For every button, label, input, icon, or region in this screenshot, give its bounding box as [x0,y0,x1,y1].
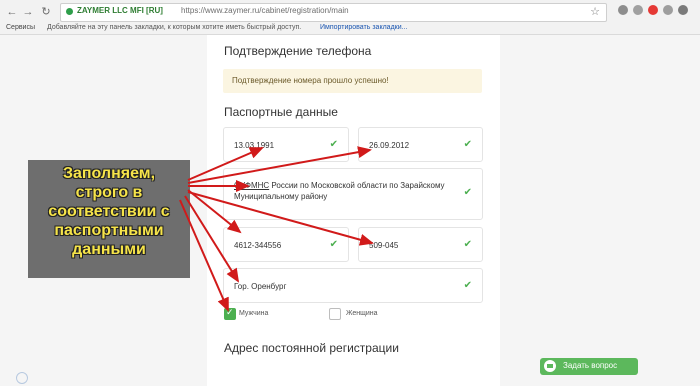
issue-date-field[interactable]: 26.09.2012 ✔ [358,127,483,162]
annotation-line: соответствии с [48,203,170,220]
check-icon: ✔ [463,187,472,198]
gender-female-label: Женщина [346,310,378,317]
annotation-line: строго в [75,184,143,201]
annotation-line: паспортными [54,222,164,239]
issued-by-abbr: ОУФМНС [234,181,270,190]
check-icon: ✔ [329,239,338,250]
check-icon: ✔ [463,280,472,291]
lock-icon [66,8,73,15]
issued-by-field[interactable]: ОУФМНС России по Московской области по З… [223,168,483,220]
gender-male-checkbox[interactable] [224,307,236,320]
extension-icon[interactable] [648,5,658,15]
check-icon: ✔ [329,139,338,150]
extension-icon[interactable] [618,5,628,15]
passport-number-value: 4612-344556 [234,241,282,250]
address-heading: Адрес постоянной регистрации [224,341,399,355]
annotation-text: Заполняем, строго в соответствии с паспо… [28,164,190,259]
bookmark-star-icon[interactable]: ☆ [590,5,600,18]
birth-place-field[interactable]: Гор. Оренбург ✔ [223,268,483,303]
reload-icon[interactable]: ↻ [38,4,54,20]
extension-icon[interactable] [663,5,673,15]
page-corner-icon [16,372,28,384]
ask-question-label: Задать вопрос [563,361,618,370]
annotation-line: Заполняем, [62,165,156,182]
chat-icon [544,360,556,372]
division-code-field[interactable]: 509-045 ✔ [358,227,483,262]
issue-date-value: 26.09.2012 [369,141,410,150]
address-bar[interactable]: ZAYMER LLC MFI [RU] https://www.zaymer.r… [60,3,607,22]
division-code-value: 509-045 [369,241,399,250]
birth-place-value: Гор. Оренбург [234,282,287,291]
secure-site-label: ZAYMER LLC MFI [RU] [77,6,163,15]
bookmarks-hint: Добавляйте на эту панель закладки, к кот… [47,24,302,31]
notice-text: Подтверждение номера прошло успешно! [232,76,389,85]
phone-confirmed-notice: Подтверждение номера прошло успешно! [223,69,482,93]
ask-question-button[interactable]: Задать вопрос [540,358,638,375]
phone-confirmation-heading: Подтверждение телефона [224,44,372,58]
issued-by-value: ОУФМНС России по Московской области по З… [234,180,454,202]
birth-date-field[interactable]: 13.03.1991 ✔ [223,127,349,162]
browser-chrome: ← → ↻ ZAYMER LLC MFI [RU] https://www.za… [0,0,700,35]
check-icon: ✔ [463,139,472,150]
annotation-line: данными [72,241,146,258]
apps-bookmark[interactable]: Сервисы [6,24,35,31]
gender-male-label: Мужчина [239,310,269,317]
passport-number-field[interactable]: 4612-344556 ✔ [223,227,349,262]
url-text[interactable]: https://www.zaymer.ru/cabinet/registrati… [181,6,349,15]
check-icon: ✔ [463,239,472,250]
extension-icon[interactable] [633,5,643,15]
profile-icon[interactable] [678,5,688,15]
gender-female-checkbox[interactable] [329,308,341,320]
import-bookmarks-link[interactable]: Импортировать закладки... [320,24,407,31]
passport-heading: Паспортные данные [224,105,338,119]
bookmarks-bar: Сервисы Добавляйте на эту панель закладк… [0,22,700,34]
forward-icon[interactable]: → [20,4,36,20]
birth-date-value: 13.03.1991 [234,141,275,150]
back-icon[interactable]: ← [4,4,20,20]
